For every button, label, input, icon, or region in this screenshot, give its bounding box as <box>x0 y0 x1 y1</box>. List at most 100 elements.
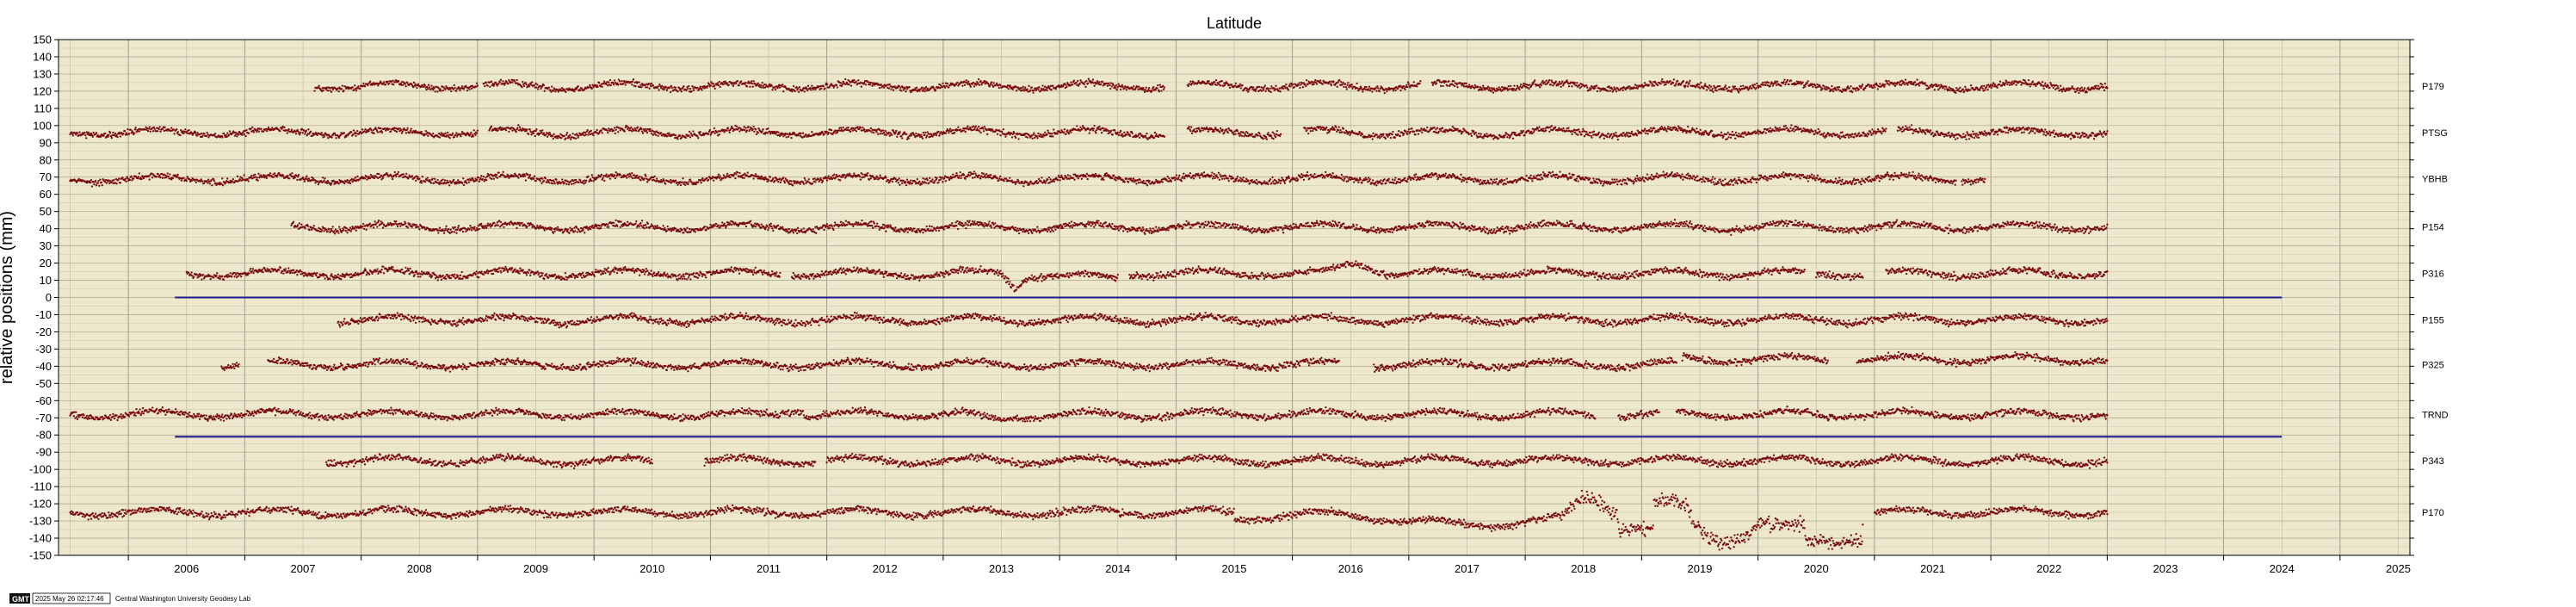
data-point <box>791 90 794 93</box>
data-point <box>377 84 380 87</box>
data-point <box>454 86 456 90</box>
data-point <box>1933 89 1936 91</box>
data-point <box>1854 133 1856 135</box>
data-point <box>476 129 479 132</box>
data-point <box>1652 83 1654 86</box>
data-point <box>577 136 579 139</box>
data-point <box>1823 132 1825 134</box>
data-point <box>352 129 355 132</box>
data-point <box>1313 83 1315 85</box>
data-point <box>1649 127 1652 129</box>
data-point <box>1746 86 1749 89</box>
data-point <box>1342 127 1345 130</box>
data-point <box>361 128 364 131</box>
data-point <box>484 84 486 88</box>
data-point <box>728 131 731 133</box>
data-point <box>1236 129 1239 133</box>
data-point <box>612 82 615 84</box>
data-point <box>1195 130 1199 133</box>
data-point <box>388 127 391 130</box>
data-point <box>76 132 79 134</box>
data-point <box>367 84 369 87</box>
data-point <box>182 132 185 135</box>
data-point <box>991 81 993 84</box>
data-point <box>1035 89 1038 91</box>
data-point <box>1348 130 1350 133</box>
data-point <box>708 128 711 132</box>
data-point <box>678 134 682 138</box>
data-point <box>774 88 777 91</box>
data-point <box>2011 80 2014 83</box>
data-point <box>1751 87 1753 90</box>
data-point <box>1417 133 1420 135</box>
data-point <box>1162 84 1164 87</box>
data-point <box>1896 129 1900 132</box>
data-point <box>658 83 661 86</box>
data-point <box>1272 137 1275 140</box>
data-point <box>797 90 800 94</box>
data-point <box>1643 129 1646 132</box>
data-point <box>1254 90 1257 92</box>
data-point <box>326 90 329 92</box>
data-point <box>1328 130 1331 133</box>
data-point <box>2023 79 2026 82</box>
data-point <box>1885 80 1888 83</box>
data-point <box>376 131 380 133</box>
data-point <box>1832 90 1835 93</box>
data-point <box>1872 133 1875 135</box>
data-point <box>1263 84 1266 87</box>
data-point <box>1156 87 1158 90</box>
data-point <box>1091 129 1095 132</box>
data-point <box>1307 132 1310 135</box>
data-point <box>424 129 427 133</box>
data-point <box>236 135 238 138</box>
data-point <box>1513 84 1516 87</box>
data-point <box>1611 135 1615 138</box>
data-point <box>887 87 891 90</box>
data-point <box>998 86 1000 90</box>
data-point <box>1506 136 1509 139</box>
data-point <box>244 134 247 138</box>
data-point <box>613 79 616 82</box>
data-point <box>573 90 576 93</box>
data-point <box>895 129 898 133</box>
data-point <box>726 127 730 129</box>
data-point <box>146 129 150 133</box>
data-point <box>2101 84 2103 86</box>
data-point <box>646 129 648 132</box>
data-point <box>1078 83 1081 85</box>
data-point <box>1017 138 1020 140</box>
data-point <box>977 82 979 85</box>
data-point <box>890 88 893 90</box>
data-point <box>530 133 533 136</box>
data-point <box>1906 127 1909 129</box>
data-point <box>1038 86 1041 89</box>
data-point <box>1000 130 1004 133</box>
data-point <box>452 88 455 90</box>
data-point <box>1230 130 1233 133</box>
data-point <box>1658 130 1660 133</box>
data-point <box>1629 134 1632 138</box>
data-point <box>1511 137 1515 140</box>
data-point <box>757 82 759 85</box>
data-point <box>1474 131 1478 134</box>
data-point <box>2057 87 2060 90</box>
data-point <box>892 89 895 91</box>
data-point <box>1145 86 1147 89</box>
data-point <box>1010 136 1014 139</box>
data-point <box>1702 87 1705 90</box>
data-point <box>1885 127 1887 130</box>
data-point <box>1838 85 1841 89</box>
data-point <box>1861 134 1863 137</box>
data-point <box>470 131 473 134</box>
data-point <box>1127 132 1129 134</box>
data-point <box>1053 128 1055 131</box>
data-point <box>1143 90 1146 93</box>
data-point <box>878 86 881 90</box>
data-point <box>1386 90 1388 93</box>
data-point <box>1098 81 1101 84</box>
data-point <box>1822 135 1825 138</box>
data-point <box>1903 83 1906 86</box>
data-point <box>2076 89 2079 91</box>
data-point <box>368 80 372 83</box>
